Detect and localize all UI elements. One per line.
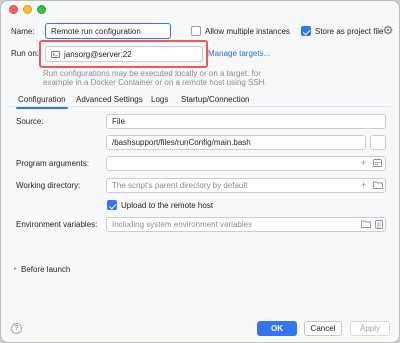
environment-variables-input[interactable]: Including system environment variables <box>106 217 386 232</box>
close-window-button[interactable] <box>9 5 18 14</box>
folder-icon[interactable] <box>373 181 383 189</box>
run-on-label: Run on: <box>11 49 40 58</box>
working-directory-label: Working directory: <box>16 181 81 190</box>
tab-startup-connection[interactable]: Startup/Connection <box>181 95 250 104</box>
expand-icon[interactable] <box>373 159 382 167</box>
allow-multiple-checkbox[interactable] <box>191 26 201 36</box>
program-arguments-input[interactable] <box>106 156 386 171</box>
tab-advanced-settings[interactable]: Advanced Settings <box>76 95 143 104</box>
script-path-input[interactable]: /bashsupport/files/runConfig/main.bash <box>106 135 366 150</box>
upload-remote-label: Upload to the remote host <box>121 201 214 210</box>
zoom-window-button[interactable] <box>37 5 46 14</box>
store-as-project-label: Store as project file <box>315 27 384 36</box>
source-value: File <box>112 117 125 126</box>
plus-icon[interactable]: + <box>361 181 366 190</box>
help-button[interactable]: ? <box>11 323 22 334</box>
document-icon[interactable] <box>375 220 383 229</box>
name-input-value: Remote run configuration <box>51 26 141 36</box>
tab-configuration[interactable]: Configuration <box>16 95 68 109</box>
environment-variables-placeholder: Including system environment variables <box>112 220 253 229</box>
store-as-project-checkbox[interactable] <box>301 26 311 36</box>
tab-logs[interactable]: Logs <box>151 95 168 104</box>
ok-button[interactable]: OK <box>257 321 297 336</box>
gear-icon[interactable] <box>383 25 393 35</box>
cancel-button[interactable]: Cancel <box>304 321 342 336</box>
name-input[interactable]: Remote run configuration <box>45 23 171 39</box>
run-on-hint-line2: example in a Docker Container or on a re… <box>43 78 267 87</box>
working-directory-placeholder: The script's parent directory by default <box>112 181 248 190</box>
name-label: Name: <box>11 27 35 36</box>
title-bar <box>1 1 399 19</box>
minimize-window-button[interactable] <box>23 5 32 14</box>
chevron-right-icon[interactable]: ▸ <box>14 265 17 274</box>
source-label: Source: <box>16 117 44 126</box>
program-arguments-label: Program arguments: <box>16 159 89 168</box>
tabs-divider <box>9 106 391 107</box>
environment-variables-label: Environment variables: <box>16 220 98 229</box>
manage-targets-link[interactable]: Manage targets... <box>208 49 270 58</box>
highlight-box <box>39 40 208 68</box>
apply-button[interactable]: Apply <box>350 321 390 336</box>
script-path-value: /bashsupport/files/runConfig/main.bash <box>112 138 251 147</box>
browse-file-button[interactable] <box>370 135 386 150</box>
working-directory-input[interactable]: The script's parent directory by default <box>106 178 386 193</box>
source-dropdown[interactable]: File <box>106 114 386 129</box>
plus-icon[interactable]: + <box>361 159 366 168</box>
allow-multiple-label: Allow multiple instances <box>205 27 290 36</box>
run-configuration-dialog: Name: Remote run configuration Allow mul… <box>0 0 400 343</box>
folder-icon[interactable] <box>361 220 371 228</box>
upload-remote-checkbox[interactable] <box>107 200 117 210</box>
before-launch-section[interactable]: Before launch <box>21 265 70 274</box>
